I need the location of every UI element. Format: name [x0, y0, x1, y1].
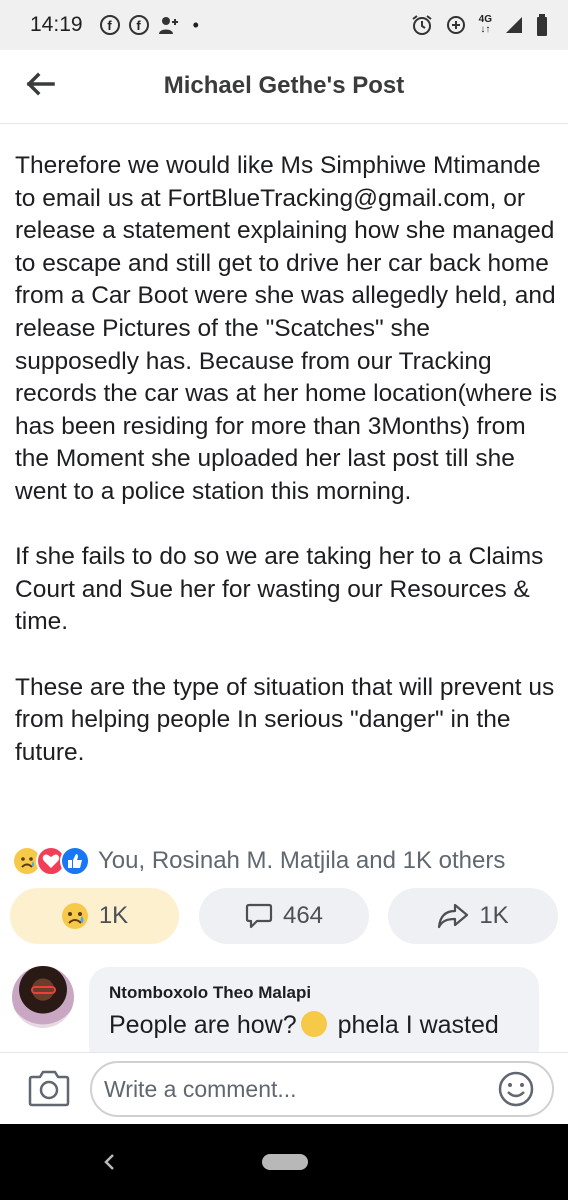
comment-author[interactable]: Ntomboxolo Theo Malapi	[109, 983, 519, 1003]
facebook-icon: f	[128, 15, 149, 35]
comment-item: Ntomboxolo Theo Malapi People are how? p…	[0, 962, 568, 1067]
status-bar: 14:19 f f • 4G ↓↑	[0, 0, 568, 50]
battery-icon	[537, 14, 547, 36]
camera-icon	[28, 1070, 70, 1107]
reaction-summary-text[interactable]: You, Rosinah M. Matjila and 1K others	[98, 847, 505, 875]
comment-count: 464	[282, 902, 324, 929]
comment-bubble-icon	[245, 903, 273, 929]
signal-icon	[506, 17, 522, 33]
post-actions: 1K 464 1K	[10, 888, 560, 944]
avatar[interactable]	[12, 966, 74, 1028]
avatar-glasses	[31, 986, 56, 994]
comment-text-end: phela I wasted	[330, 1011, 499, 1039]
smiley-icon	[498, 1071, 534, 1107]
reaction-icons	[12, 846, 90, 876]
network-label: 4G	[478, 14, 492, 25]
comment-input[interactable]	[90, 1061, 554, 1117]
post-text: Therefore we would like Ms Simphiwe Mtim…	[15, 152, 557, 766]
status-left: 14:19 f f •	[30, 13, 199, 37]
react-button[interactable]: 1K	[10, 888, 179, 944]
thinking-face-icon	[300, 1011, 327, 1037]
reactions-summary[interactable]: You, Rosinah M. Matjila and 1K others	[12, 843, 557, 879]
comment-button[interactable]: 464	[199, 888, 369, 944]
page-title: Michael Gethe's Post	[163, 72, 405, 99]
react-count: 1K	[98, 902, 129, 929]
sad-reaction-icon	[61, 903, 88, 929]
share-button[interactable]: 1K	[388, 888, 558, 944]
camera-button[interactable]	[28, 1069, 70, 1107]
like-reaction-icon	[60, 846, 90, 876]
system-nav-bar	[0, 1124, 568, 1200]
post-header: Michael Gethe's Post	[0, 50, 568, 124]
facebook-icon: f	[99, 15, 120, 35]
4g-icon: 4G ↓↑	[478, 14, 492, 35]
dot-icon: •	[192, 14, 199, 35]
comment-text-start: People are how?	[109, 1011, 297, 1039]
nav-home-pill[interactable]	[262, 1154, 308, 1170]
share-arrow-icon	[438, 903, 469, 929]
emoji-button[interactable]	[498, 1071, 534, 1107]
comment-text: People are how? phela I wasted	[109, 1011, 519, 1040]
share-count: 1K	[479, 902, 509, 929]
alarm-icon	[412, 15, 432, 35]
status-right: 4G ↓↑	[411, 14, 548, 36]
chevron-left-icon	[104, 1154, 114, 1170]
add-person-icon	[158, 17, 178, 34]
nav-back-button[interactable]	[100, 1150, 120, 1174]
data-saver-icon	[446, 16, 465, 34]
status-time: 14:19	[30, 13, 83, 36]
comment-composer	[0, 1052, 568, 1124]
